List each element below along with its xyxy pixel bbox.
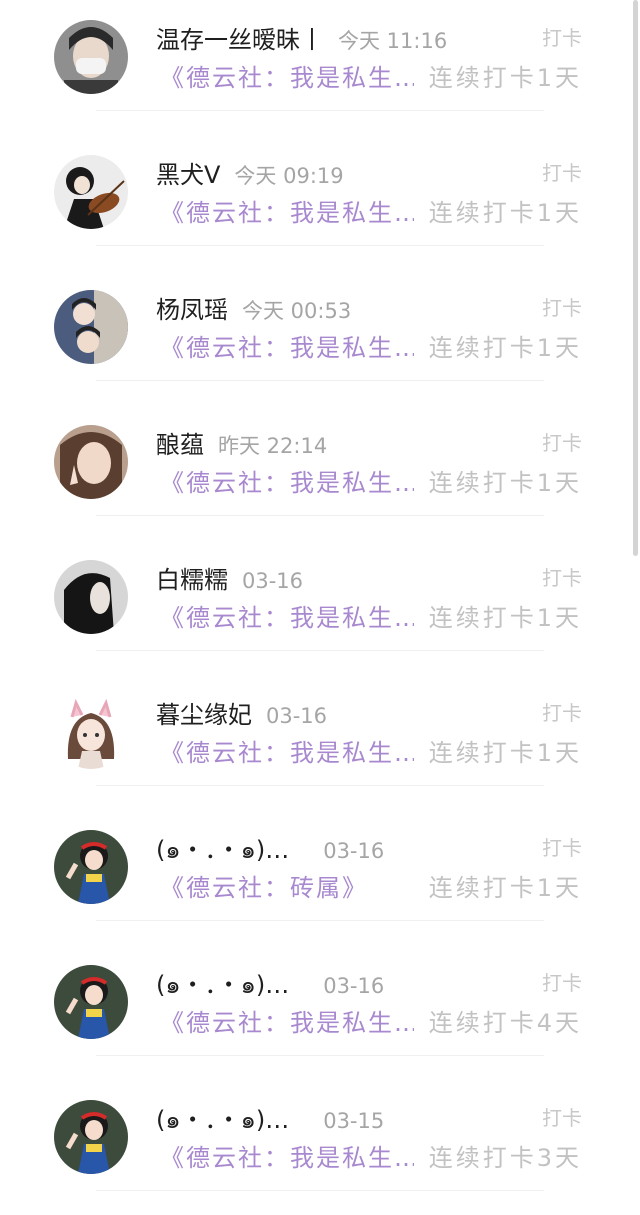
timestamp: 今天 11:16 <box>338 29 448 53</box>
list-item[interactable]: 黑犬V 今天 09:19 打卡 《德云社：我是私生… 连续打卡1天 <box>0 135 640 270</box>
checkin-label: 打卡 <box>542 701 582 725</box>
timestamp: 03-16 <box>242 569 304 593</box>
username[interactable]: 白糯糯 <box>156 560 228 595</box>
user-line: 白糯糯 03-16 <box>156 560 304 595</box>
divider <box>96 245 544 246</box>
user-line: 温存一丝暧昧丨 今天 11:16 <box>156 20 448 55</box>
avatar[interactable] <box>54 20 128 94</box>
username[interactable]: (๑・．・๑)… <box>156 965 289 1004</box>
checkin-label: 打卡 <box>542 836 582 860</box>
username[interactable]: 暮尘缘妃 <box>156 695 252 730</box>
username[interactable]: 黑犬V <box>156 155 220 190</box>
username[interactable]: 杨凤瑶 <box>156 290 228 325</box>
book-title[interactable]: 《德云社：我是私生… <box>160 598 414 633</box>
avatar[interactable] <box>54 830 128 904</box>
avatar[interactable] <box>54 560 128 634</box>
list-item[interactable]: 酿蕴 昨天 22:14 打卡 《德云社：我是私生… 连续打卡1天 <box>0 405 640 540</box>
user-line: (๑・．・๑)… 03-16 <box>156 830 385 864</box>
timestamp: 03-16 <box>323 974 385 998</box>
username[interactable]: (๑・．・๑)… <box>156 1100 289 1139</box>
divider <box>96 785 544 786</box>
book-title[interactable]: 《德云社：我是私生… <box>160 733 414 768</box>
divider <box>96 515 544 516</box>
divider <box>96 920 544 921</box>
streak-text: 连续打卡1天 <box>428 604 582 632</box>
book-title[interactable]: 《德云社：我是私生… <box>160 1003 414 1038</box>
streak-text: 连续打卡1天 <box>428 334 582 362</box>
book-title[interactable]: 《德云社：我是私生… <box>160 58 414 93</box>
checkin-label: 打卡 <box>542 971 582 995</box>
book-title[interactable]: 《德云社：我是私生… <box>160 328 414 363</box>
streak-text: 连续打卡3天 <box>428 1144 582 1172</box>
avatar[interactable] <box>54 425 128 499</box>
streak-text: 连续打卡1天 <box>428 469 582 497</box>
list-item[interactable]: (๑・．・๑)… 03-15 打卡 《德云社：我是私生… 连续打卡3天 <box>0 1080 640 1215</box>
book-title[interactable]: 《德云社：我是私生… <box>160 193 414 228</box>
streak-text: 连续打卡1天 <box>428 64 582 92</box>
avatar[interactable] <box>54 290 128 364</box>
user-line: (๑・．・๑)… 03-15 <box>156 1100 385 1134</box>
divider <box>96 1055 544 1056</box>
list-item[interactable]: 白糯糯 03-16 打卡 《德云社：我是私生… 连续打卡1天 <box>0 540 640 675</box>
list-item[interactable]: (๑・．・๑)… 03-16 打卡 《德云社：我是私生… 连续打卡4天 <box>0 945 640 1080</box>
checkin-label: 打卡 <box>542 296 582 320</box>
streak-text: 连续打卡1天 <box>428 874 582 902</box>
streak-text: 连续打卡1天 <box>428 739 582 767</box>
user-line: 酿蕴 昨天 22:14 <box>156 425 328 460</box>
list-item[interactable]: 温存一丝暧昧丨 今天 11:16 打卡 《德云社：我是私生… 连续打卡1天 <box>0 0 640 135</box>
username[interactable]: (๑・．・๑)… <box>156 830 289 869</box>
divider <box>96 110 544 111</box>
checkin-label: 打卡 <box>542 431 582 455</box>
timestamp: 今天 09:19 <box>234 164 344 188</box>
user-line: (๑・．・๑)… 03-16 <box>156 965 385 999</box>
user-line: 黑犬V 今天 09:19 <box>156 155 344 190</box>
scrollbar[interactable] <box>633 0 638 556</box>
username[interactable]: 酿蕴 <box>156 425 204 460</box>
timestamp: 03-15 <box>323 1109 385 1133</box>
list-item[interactable]: (๑・．・๑)… 03-16 打卡 《德云社：砖属》 连续打卡1天 <box>0 810 640 945</box>
divider <box>96 650 544 651</box>
avatar[interactable] <box>54 965 128 1039</box>
username[interactable]: 温存一丝暧昧丨 <box>156 20 324 55</box>
streak-text: 连续打卡1天 <box>428 199 582 227</box>
divider <box>96 1190 544 1191</box>
timestamp: 03-16 <box>266 704 328 728</box>
avatar[interactable] <box>54 695 128 769</box>
book-title[interactable]: 《德云社：我是私生… <box>160 1138 414 1173</box>
checkin-label: 打卡 <box>542 566 582 590</box>
book-title[interactable]: 《德云社：砖属》 <box>160 868 368 903</box>
timestamp: 今天 00:53 <box>242 299 352 323</box>
checkin-label: 打卡 <box>542 161 582 185</box>
list-item[interactable]: 暮尘缘妃 03-16 打卡 《德云社：我是私生… 连续打卡1天 <box>0 675 640 810</box>
checkin-label: 打卡 <box>542 26 582 50</box>
timestamp: 昨天 22:14 <box>218 434 328 458</box>
streak-text: 连续打卡4天 <box>428 1009 582 1037</box>
divider <box>96 380 544 381</box>
timestamp: 03-16 <box>323 839 385 863</box>
avatar[interactable] <box>54 1100 128 1174</box>
user-line: 杨凤瑶 今天 00:53 <box>156 290 352 325</box>
list-item[interactable]: 杨凤瑶 今天 00:53 打卡 《德云社：我是私生… 连续打卡1天 <box>0 270 640 405</box>
book-title[interactable]: 《德云社：我是私生… <box>160 463 414 498</box>
user-line: 暮尘缘妃 03-16 <box>156 695 328 730</box>
checkin-label: 打卡 <box>542 1106 582 1130</box>
avatar[interactable] <box>54 155 128 229</box>
